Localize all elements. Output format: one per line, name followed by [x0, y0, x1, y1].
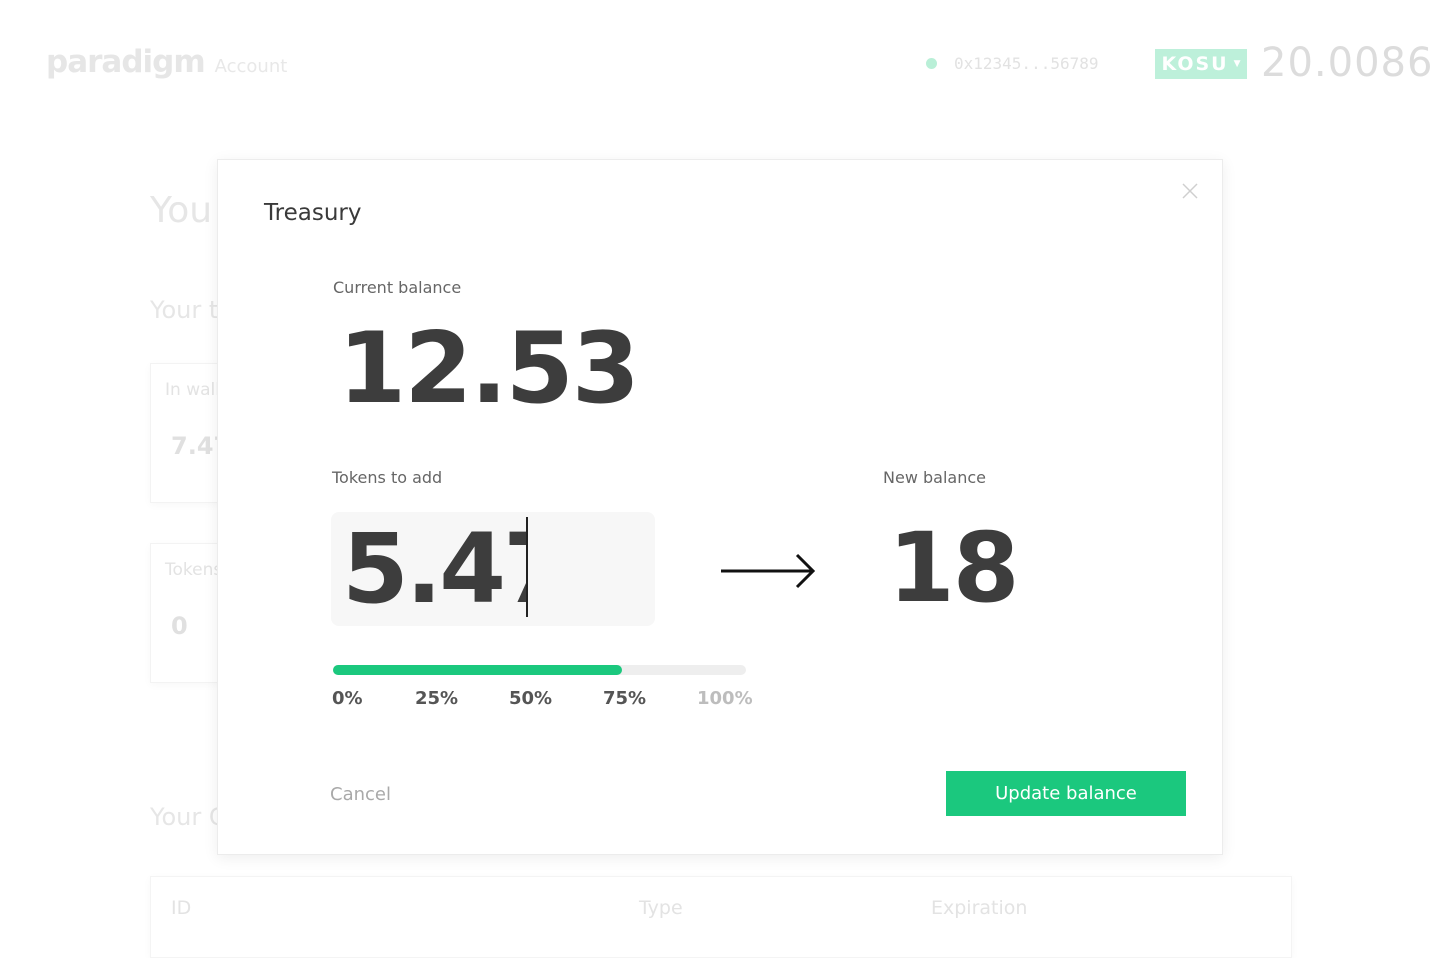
- percent-100-button[interactable]: 100%: [697, 688, 753, 709]
- wallet-address: 0x12345...56789: [954, 54, 1099, 73]
- percent-75-button[interactable]: 75%: [603, 688, 646, 709]
- token-selector[interactable]: KOSU ▼: [1155, 49, 1247, 79]
- amount-slider-fill: [333, 665, 623, 675]
- update-balance-button[interactable]: Update balance: [946, 771, 1186, 816]
- wallet-indicator[interactable]: 0x12345...56789: [926, 54, 1099, 73]
- treasury-modal: Treasury Current balance 12.53 Tokens to…: [217, 159, 1223, 855]
- percent-25-button[interactable]: 25%: [415, 688, 458, 709]
- tokens-card-value: 0: [171, 612, 188, 640]
- orders-section-title: Your C: [150, 803, 226, 831]
- close-icon[interactable]: [1180, 181, 1200, 201]
- amount-slider[interactable]: [333, 665, 746, 675]
- tokens-card-label: Tokens: [165, 560, 223, 580]
- percent-50-button[interactable]: 50%: [509, 688, 552, 709]
- modal-title: Treasury: [264, 200, 362, 226]
- new-balance-value: 18: [888, 512, 1020, 624]
- current-balance-value: 12.53: [338, 312, 640, 426]
- arrow-right-icon: [719, 552, 817, 594]
- current-balance-label: Current balance: [333, 278, 462, 297]
- new-balance-label: New balance: [883, 468, 986, 487]
- chevron-down-icon: ▼: [1233, 59, 1241, 69]
- logo-subtitle: Account: [214, 56, 288, 77]
- orders-table: ID Type Expiration: [150, 876, 1292, 958]
- logo-text: paradigm: [46, 44, 206, 80]
- table-header-type: Type: [639, 897, 683, 919]
- tokens-to-add-label: Tokens to add: [332, 468, 443, 487]
- tokens-section-title: Your t: [150, 296, 219, 324]
- table-header-expiration: Expiration: [931, 897, 1028, 919]
- text-cursor: [526, 517, 528, 617]
- token-symbol: KOSU: [1161, 53, 1229, 75]
- account-balance: 20.0086: [1261, 40, 1434, 86]
- wallet-card-label: In wall: [165, 380, 220, 400]
- table-header-id: ID: [171, 897, 192, 919]
- cancel-button[interactable]: Cancel: [330, 784, 391, 805]
- tokens-to-add-input[interactable]: [342, 513, 527, 625]
- logo[interactable]: paradigm Account: [46, 44, 287, 80]
- connection-status-dot: [926, 58, 937, 69]
- percent-0-button[interactable]: 0%: [332, 688, 363, 709]
- tokens-to-add-field[interactable]: [331, 512, 655, 626]
- page-title: You: [150, 190, 213, 231]
